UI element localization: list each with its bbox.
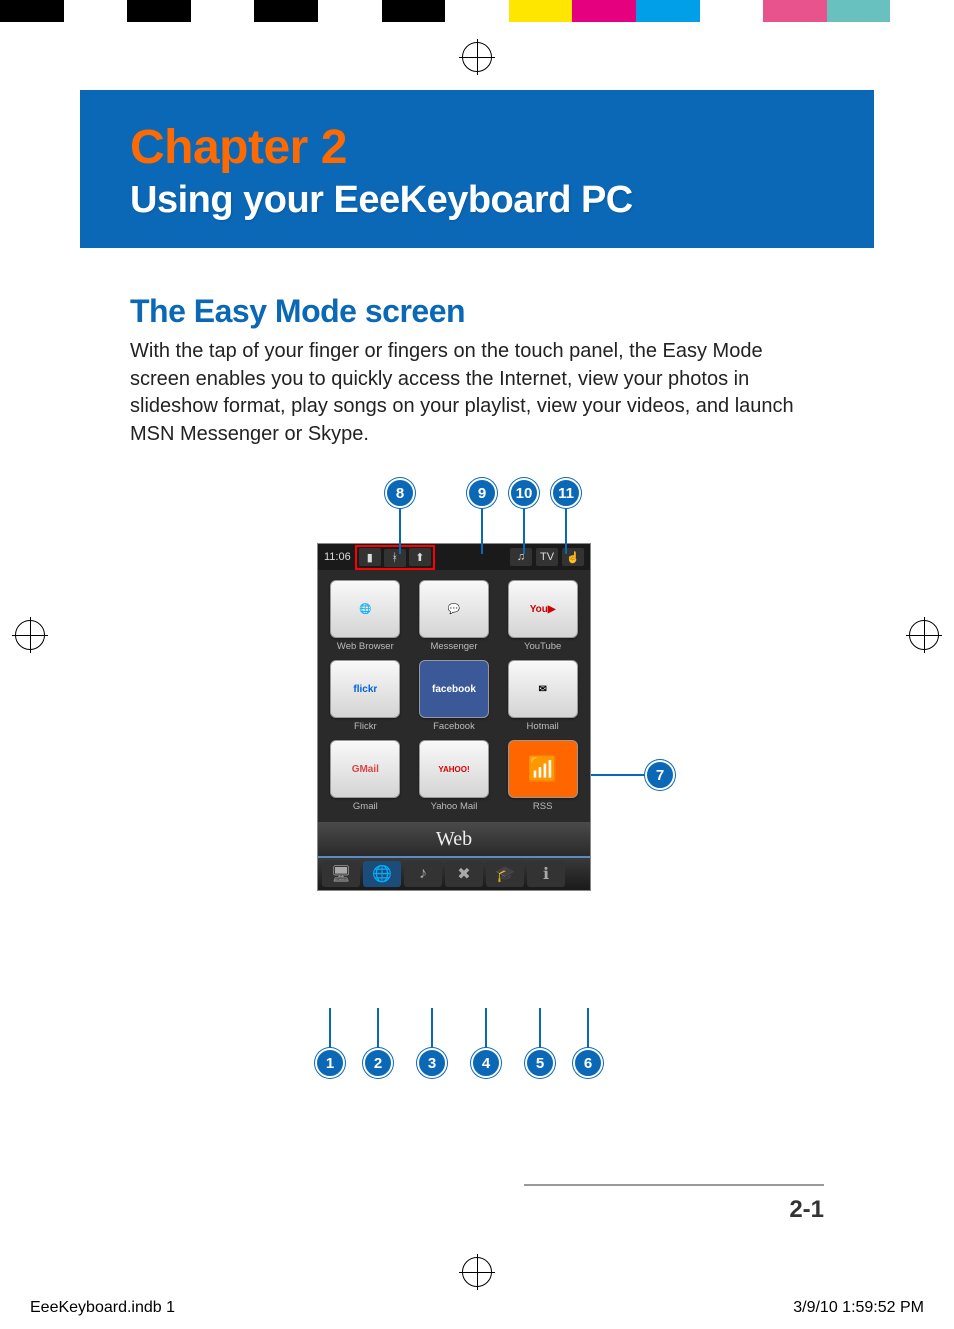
app-gmail[interactable]: GMail Gmail	[321, 736, 410, 816]
callout-5: 5	[525, 1048, 555, 1078]
registration-mark-icon	[462, 1257, 492, 1287]
slug-timestamp: 3/9/10 1:59:52 PM	[793, 1299, 924, 1317]
graduation-icon[interactable]: 🎓	[486, 861, 524, 887]
app-grid: 🌐 Web Browser 💬 Messenger You▶ YouTube flic…	[318, 570, 590, 822]
battery-icon: ▮	[359, 548, 381, 566]
app-label: YouTube	[500, 641, 585, 652]
leader-line	[481, 508, 483, 554]
hotmail-icon: ✉	[508, 660, 578, 718]
status-highlight-box: ▮ ᚼ ⬆	[355, 545, 435, 570]
app-label: Facebook	[412, 721, 497, 732]
gmail-icon: GMail	[330, 740, 400, 798]
slug-file: EeeKeyboard.indb 1	[30, 1299, 175, 1317]
tools-icon[interactable]: ✖	[445, 861, 483, 887]
app-hotmail[interactable]: ✉ Hotmail	[498, 656, 587, 736]
leader-line	[587, 1008, 589, 1048]
rss-icon: 📶	[508, 740, 578, 798]
callout-2: 2	[363, 1048, 393, 1078]
web-icon[interactable]: 🌐	[363, 861, 401, 887]
print-slug: EeeKeyboard.indb 1 3/9/10 1:59:52 PM	[30, 1299, 924, 1317]
app-yahoo-mail[interactable]: YAHOO! Yahoo Mail	[410, 736, 499, 816]
app-label: Web Browser	[323, 641, 408, 652]
youtube-icon: You▶	[508, 580, 578, 638]
desktop-icon[interactable]: 🖥	[322, 861, 360, 887]
info-icon[interactable]: ℹ	[527, 861, 565, 887]
app-web-browser[interactable]: 🌐 Web Browser	[321, 576, 410, 656]
app-label: Gmail	[323, 801, 408, 812]
current-tab-label: Web	[318, 822, 590, 856]
printer-color-bar	[0, 0, 954, 22]
music-note-icon[interactable]: ♪	[404, 861, 442, 887]
flickr-icon: flickr	[330, 660, 400, 718]
callout-9: 9	[467, 478, 497, 508]
app-facebook[interactable]: facebook Facebook	[410, 656, 499, 736]
section-heading: The Easy Mode screen	[130, 293, 824, 330]
callout-4: 4	[471, 1048, 501, 1078]
app-label: RSS	[500, 801, 585, 812]
chapter-number: Chapter 2	[130, 120, 824, 175]
registration-mark-icon	[15, 620, 45, 650]
leader-line	[485, 1008, 487, 1048]
section-body: With the tap of your finger or fingers o…	[130, 338, 810, 448]
leader-line	[523, 508, 525, 554]
chapter-banner: Chapter 2 Using your EeeKeyboard PC	[80, 90, 874, 248]
leader-line	[431, 1008, 433, 1048]
app-label: Yahoo Mail	[412, 801, 497, 812]
leader-line	[399, 508, 401, 554]
callout-6: 6	[573, 1048, 603, 1078]
easy-mode-screenshot: 11:06 ▮ ᚼ ⬆ ♫ TV ☝ 🌐 Web Browser 💬 Messeng…	[317, 543, 591, 891]
bluetooth-icon: ᚼ	[384, 549, 406, 567]
callout-1: 1	[315, 1048, 345, 1078]
leader-line	[377, 1008, 379, 1048]
app-label: Messenger	[412, 641, 497, 652]
callout-10: 10	[509, 478, 539, 508]
figure: 8 9 10 11 7 11:06 ▮ ᚼ ⬆	[247, 478, 707, 1138]
callout-11: 11	[551, 478, 581, 508]
app-label: Flickr	[323, 721, 408, 732]
registration-mark-icon	[909, 620, 939, 650]
globe-icon: 🌐	[330, 580, 400, 638]
app-messenger[interactable]: 💬 Messenger	[410, 576, 499, 656]
registration-mark-icon	[462, 42, 492, 72]
page-number: 2-1	[524, 1184, 824, 1224]
app-label: Hotmail	[500, 721, 585, 732]
leader-line	[565, 508, 567, 554]
yahoo-mail-icon: YAHOO!	[419, 740, 489, 798]
clock: 11:06	[324, 551, 351, 563]
facebook-icon: facebook	[419, 660, 489, 718]
content: The Easy Mode screen With the tap of you…	[80, 248, 874, 1138]
app-rss[interactable]: 📶 RSS	[498, 736, 587, 816]
messenger-icon: 💬	[419, 580, 489, 638]
app-flickr[interactable]: flickr Flickr	[321, 656, 410, 736]
page: Chapter 2 Using your EeeKeyboard PC The …	[80, 85, 874, 1244]
app-youtube[interactable]: You▶ YouTube	[498, 576, 587, 656]
callout-7: 7	[645, 760, 675, 790]
signal-icon: ⬆	[409, 548, 431, 566]
leader-line	[591, 774, 645, 776]
leader-line	[329, 1008, 331, 1048]
status-bar: 11:06 ▮ ᚼ ⬆ ♫ TV ☝	[318, 544, 590, 570]
bottom-bar: 🖥 🌐 ♪ ✖ 🎓 ℹ	[318, 856, 590, 890]
callout-8: 8	[385, 478, 415, 508]
tv-icon[interactable]: TV	[536, 548, 558, 566]
music-icon[interactable]: ♫	[510, 548, 532, 566]
chapter-title: Using your EeeKeyboard PC	[130, 179, 824, 222]
leader-line	[539, 1008, 541, 1048]
callout-3: 3	[417, 1048, 447, 1078]
